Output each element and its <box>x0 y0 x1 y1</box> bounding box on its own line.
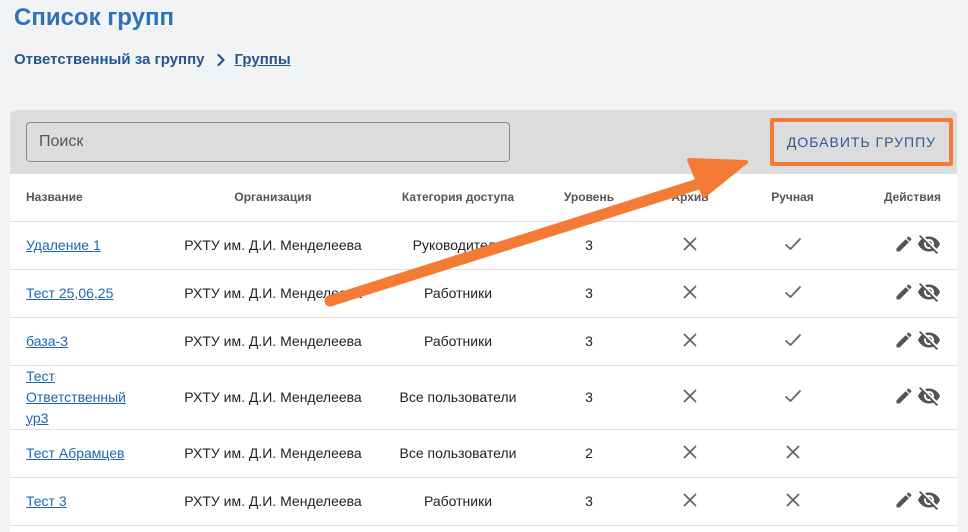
visibility-off-icon[interactable] <box>917 280 941 307</box>
cell-category: Все пользователи <box>378 429 538 478</box>
cell-manual <box>740 365 845 430</box>
add-group-button[interactable]: ДОБАВИТЬ ГРУППУ <box>776 124 947 160</box>
add-group-highlight: ДОБАВИТЬ ГРУППУ <box>770 118 953 166</box>
header-archive[interactable]: Архив <box>640 174 740 222</box>
close-icon <box>682 444 698 463</box>
table-row: Тест 3 РХТУ им. Д.И. Менделеева Работники 3 <box>10 477 957 526</box>
cell-level: 3 <box>538 269 640 318</box>
group-name-link[interactable]: Удаление 1 <box>26 235 101 256</box>
close-icon <box>785 492 801 511</box>
header-level[interactable]: Уровень <box>538 174 640 222</box>
cell-category: Все пользователи <box>378 365 538 430</box>
edit-icon[interactable] <box>894 386 914 409</box>
cell-level: 2 <box>538 429 640 478</box>
cell-name: Тест 25,06,25 <box>10 269 168 318</box>
cell-level: 3 <box>538 317 640 366</box>
cell-archive <box>640 269 740 318</box>
table-row: Тест Ответственный ур3 РХТУ им. Д.И. Менд… <box>10 365 957 430</box>
cell-category: Работники <box>378 269 538 318</box>
cell-organization: РХТУ им. Д.И. Менделеева <box>168 365 378 430</box>
close-icon <box>785 444 801 463</box>
header-manual[interactable]: Ручная <box>740 174 845 222</box>
table-header-row: Название Организация Категория доступа У… <box>10 174 957 222</box>
cell-archive <box>640 429 740 478</box>
cell-manual <box>740 221 845 270</box>
breadcrumb-current[interactable]: Группы <box>235 51 291 68</box>
cell-archive <box>640 317 740 366</box>
cell-archive <box>640 221 740 270</box>
breadcrumb: Ответственный за группу Группы <box>14 51 291 68</box>
cell-name: Тест Ответственный ур3 <box>10 365 168 430</box>
groups-panel: ДОБАВИТЬ ГРУППУ Название Организация Кат… <box>10 110 957 532</box>
table-row: база-3 РХТУ им. Д.И. Менделеева Работники 3 <box>10 317 957 366</box>
close-icon <box>682 236 698 255</box>
group-name-link[interactable]: Тест Абрамцев <box>26 443 125 464</box>
visibility-off-icon[interactable] <box>917 232 941 259</box>
header-category[interactable]: Категория доступа <box>378 174 538 222</box>
cell-name: база-3 <box>10 317 168 366</box>
cell-manual <box>740 317 845 366</box>
group-name-link[interactable]: Тест 3 <box>26 491 67 512</box>
cell-level: 3 <box>538 477 640 526</box>
cell-manual <box>740 429 845 478</box>
group-name-link[interactable]: база-3 <box>26 331 68 352</box>
close-icon <box>682 492 698 511</box>
table-row: Тест 25,06,25 РХТУ им. Д.И. Менделеева Раб… <box>10 269 957 318</box>
cell-name: Тест Абрамцев <box>10 429 168 478</box>
header-name[interactable]: Название <box>10 174 168 222</box>
close-icon <box>682 388 698 407</box>
group-name-link[interactable]: Тест 25,06,25 <box>26 283 113 304</box>
toolbar: ДОБАВИТЬ ГРУППУ <box>10 110 957 174</box>
table-row: Тест Абрамцев РХТУ им. Д.И. Менделеева Все… <box>10 429 957 478</box>
check-icon <box>784 285 802 302</box>
groups-table: Название Организация Категория доступа У… <box>10 174 957 526</box>
edit-icon[interactable] <box>894 330 914 353</box>
cell-actions <box>845 317 957 366</box>
cell-level: 3 <box>538 365 640 430</box>
cell-archive <box>640 365 740 430</box>
cell-manual <box>740 269 845 318</box>
edit-icon[interactable] <box>894 234 914 257</box>
page-title: Список групп <box>14 4 174 31</box>
close-icon <box>682 332 698 351</box>
cell-level: 3 <box>538 221 640 270</box>
cell-actions <box>845 429 957 478</box>
close-icon <box>682 284 698 303</box>
check-icon <box>784 237 802 254</box>
cell-organization: РХТУ им. Д.И. Менделеева <box>168 477 378 526</box>
cell-category: Руководители <box>378 221 538 270</box>
cell-name: Удаление 1 <box>10 221 168 270</box>
breadcrumb-parent[interactable]: Ответственный за группу <box>14 51 205 68</box>
edit-icon[interactable] <box>894 282 914 305</box>
cell-actions <box>845 221 957 270</box>
cell-organization: РХТУ им. Д.И. Менделеева <box>168 221 378 270</box>
header-actions: Действия <box>845 174 957 222</box>
cell-actions <box>845 269 957 318</box>
check-icon <box>784 389 802 406</box>
cell-category: Работники <box>378 317 538 366</box>
cell-organization: РХТУ им. Д.И. Менделеева <box>168 269 378 318</box>
cell-actions <box>845 477 957 526</box>
cell-manual <box>740 477 845 526</box>
table-row: Удаление 1 РХТУ им. Д.И. Менделеева Руково… <box>10 221 957 270</box>
cell-name: Тест 3 <box>10 477 168 526</box>
cell-actions <box>845 365 957 430</box>
search-input[interactable] <box>26 122 510 162</box>
visibility-off-icon[interactable] <box>917 384 941 411</box>
cell-category: Работники <box>378 477 538 526</box>
edit-icon[interactable] <box>894 490 914 513</box>
check-icon <box>784 333 802 350</box>
chevron-right-icon <box>216 53 225 66</box>
visibility-off-icon[interactable] <box>917 328 941 355</box>
cell-archive <box>640 477 740 526</box>
header-organization[interactable]: Организация <box>168 174 378 222</box>
cell-organization: РХТУ им. Д.И. Менделеева <box>168 429 378 478</box>
group-name-link[interactable]: Тест Ответственный ур3 <box>26 366 138 429</box>
visibility-off-icon[interactable] <box>917 488 941 515</box>
cell-organization: РХТУ им. Д.И. Менделеева <box>168 317 378 366</box>
